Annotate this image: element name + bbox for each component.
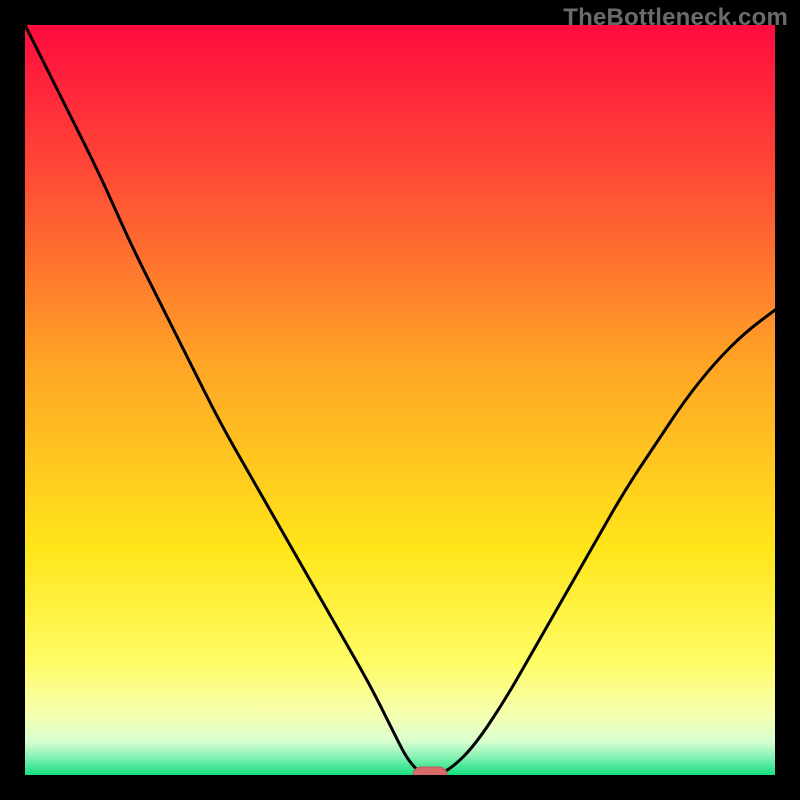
- bottleneck-chart: [25, 25, 775, 775]
- chart-frame: TheBottleneck.com: [0, 0, 800, 800]
- minimum-marker: [413, 767, 447, 775]
- gradient-plot-area: [25, 25, 775, 775]
